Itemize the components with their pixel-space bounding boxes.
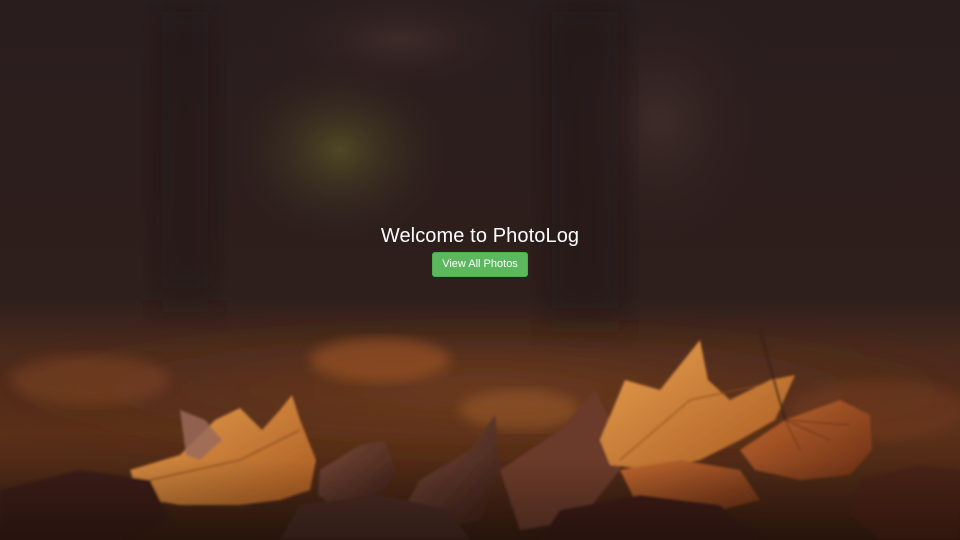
hero-title: Welcome to PhotoLog xyxy=(380,225,580,247)
hero-section: Welcome to PhotoLog View All Photos xyxy=(0,0,960,540)
view-all-photos-button[interactable]: View All Photos xyxy=(432,252,528,277)
hero-content: Welcome to PhotoLog View All Photos xyxy=(0,223,960,277)
